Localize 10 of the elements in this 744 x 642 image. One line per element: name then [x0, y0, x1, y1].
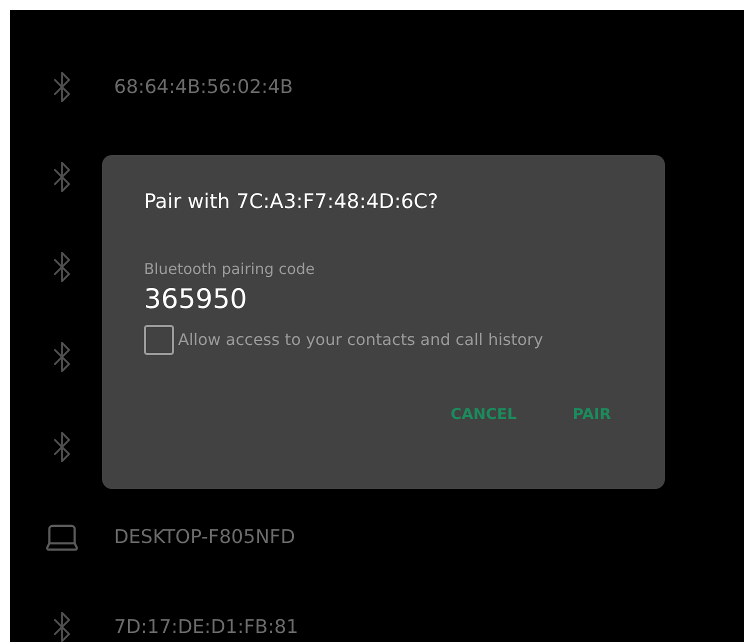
checkbox-label: Allow access to your contacts and call history: [178, 329, 544, 351]
checkbox[interactable]: [144, 325, 174, 355]
dialog-title: Pair with 7C:A3:F7:48:4D:6C?: [144, 188, 440, 215]
pairing-code: 365950: [144, 283, 248, 317]
device-name[interactable]: 7D:17:DE:D1:FB:81: [114, 612, 298, 642]
device-name[interactable]: 68:64:4B:56:02:4B: [114, 72, 293, 102]
code-label: Bluetooth pairing code: [144, 259, 316, 279]
dialog-button[interactable]: PAIR: [568, 399, 615, 430]
dialog-button[interactable]: CANCEL: [446, 399, 521, 430]
device-name[interactable]: DESKTOP-F805NFD: [114, 522, 296, 552]
